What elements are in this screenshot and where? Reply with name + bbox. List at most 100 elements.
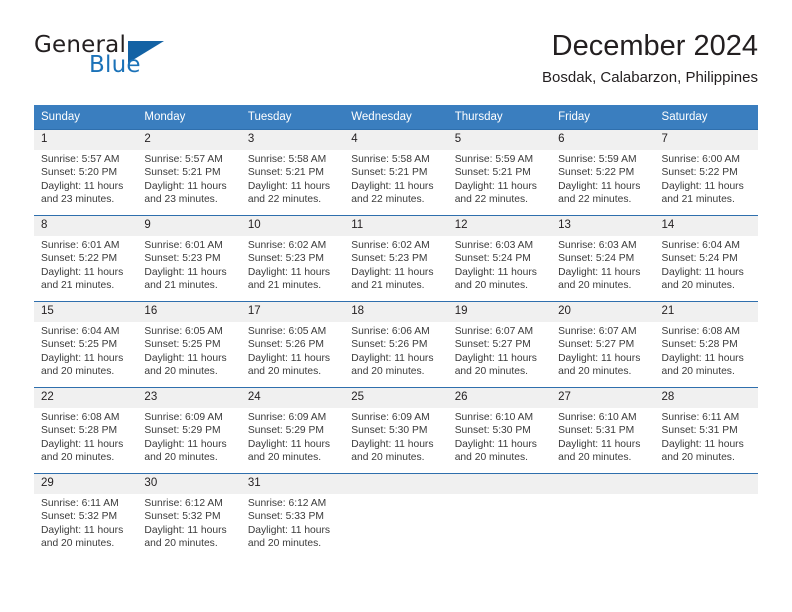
- day-details: Sunrise: 5:58 AM Sunset: 5:21 PM Daylight:…: [344, 150, 447, 207]
- calendar-day-cell[interactable]: 12 Sunrise: 6:03 AM Sunset: 5:24 PM Dayligh…: [447, 215, 552, 302]
- sunset-text: Sunset: 5:21 PM: [247, 167, 324, 179]
- calendar-day-cell[interactable]: 17 Sunrise: 6:05 AM Sunset: 5:26 PM Dayligh…: [240, 301, 345, 388]
- sunrise-text: Sunrise: 6:09 AM: [351, 412, 430, 423]
- calendar-day-cell[interactable]: 26 Sunrise: 6:10 AM Sunset: 5:30 PM Dayligh…: [447, 387, 552, 474]
- sunrise-text: Sunrise: 6:02 AM: [247, 240, 327, 251]
- daylight-text: and 20 minutes.: [247, 366, 322, 378]
- day-details: Sunrise: 6:03 AM Sunset: 5:24 PM Daylight:…: [448, 236, 551, 293]
- calendar-day-cell[interactable]: 4 Sunrise: 5:58 AM Sunset: 5:21 PM Daylight…: [344, 129, 448, 216]
- day-number: 10: [240, 216, 345, 236]
- calendar-day-cell[interactable]: 31 Sunrise: 6:12 AM Sunset: 5:33 PM Dayligh…: [240, 473, 345, 560]
- daylight-text: and 20 minutes.: [454, 366, 528, 378]
- day-number: 24: [240, 388, 345, 408]
- daylight-text: and 22 minutes.: [454, 194, 528, 206]
- daylight-text: and 20 minutes.: [351, 366, 425, 378]
- calendar-day-cell[interactable]: 1 Sunrise: 5:57 AM Sunset: 5:20 PM Daylight…: [34, 129, 138, 216]
- calendar-day-cell[interactable]: 9 Sunrise: 6:01 AM Sunset: 5:23 PM Daylight…: [137, 215, 241, 302]
- daylight-text: Daylight: 11 hours: [351, 438, 434, 450]
- daylight-text: Daylight: 11 hours: [661, 438, 744, 450]
- day-number: 29: [34, 474, 138, 494]
- calendar-day-cell[interactable]: 28 Sunrise: 6:11 AM Sunset: 5:31 PM Dayligh…: [654, 387, 758, 474]
- calendar-day-cell[interactable]: 24 Sunrise: 6:09 AM Sunset: 5:29 PM Dayligh…: [240, 387, 345, 474]
- daylight-text: and 20 minutes.: [247, 452, 322, 464]
- calendar-day-cell[interactable]: 7 Sunrise: 6:00 AM Sunset: 5:22 PM Daylight…: [654, 129, 758, 216]
- day-details: Sunrise: 5:58 AM Sunset: 5:21 PM Daylight:…: [241, 150, 344, 207]
- calendar-day-cell[interactable]: 30 Sunrise: 6:12 AM Sunset: 5:32 PM Dayligh…: [137, 473, 241, 560]
- calendar-day-cell[interactable]: 20 Sunrise: 6:07 AM Sunset: 5:27 PM Dayligh…: [551, 301, 655, 388]
- day-number: 27: [551, 388, 655, 408]
- sunrise-text: Sunrise: 6:01 AM: [41, 240, 120, 251]
- sunset-text: Sunset: 5:21 PM: [144, 167, 221, 179]
- calendar-day-cell[interactable]: 2 Sunrise: 5:57 AM Sunset: 5:21 PM Daylight…: [137, 129, 241, 216]
- calendar-day-cell[interactable]: 10 Sunrise: 6:02 AM Sunset: 5:23 PM Dayligh…: [240, 215, 345, 302]
- calendar-body: 1 Sunrise: 5:57 AM Sunset: 5:20 PM Daylight…: [34, 129, 758, 560]
- sunset-text: Sunset: 5:23 PM: [351, 253, 428, 265]
- weekday-header-friday: Friday: [551, 105, 655, 130]
- sunrise-text: Sunrise: 6:03 AM: [558, 240, 637, 251]
- sunrise-text: Sunrise: 5:58 AM: [351, 154, 430, 165]
- daylight-text: and 20 minutes.: [454, 280, 528, 292]
- calendar-day-cell[interactable]: 15 Sunrise: 6:04 AM Sunset: 5:25 PM Dayligh…: [34, 301, 138, 388]
- sunrise-text: Sunrise: 5:58 AM: [247, 154, 327, 165]
- daylight-text: and 20 minutes.: [247, 538, 322, 550]
- calendar-day-cell[interactable]: 29 Sunrise: 6:11 AM Sunset: 5:32 PM Dayligh…: [34, 473, 138, 560]
- daylight-text: Daylight: 11 hours: [41, 180, 124, 192]
- day-number: [344, 474, 448, 494]
- calendar-day-cell[interactable]: 8 Sunrise: 6:01 AM Sunset: 5:22 PM Daylight…: [34, 215, 138, 302]
- daylight-text: and 21 minutes.: [247, 280, 322, 292]
- sunrise-text: Sunrise: 6:02 AM: [351, 240, 430, 251]
- day-number: 7: [654, 130, 758, 150]
- daylight-text: Daylight: 11 hours: [247, 352, 331, 364]
- calendar-day-cell[interactable]: 19 Sunrise: 6:07 AM Sunset: 5:27 PM Dayligh…: [447, 301, 552, 388]
- calendar-day-cell[interactable]: 27 Sunrise: 6:10 AM Sunset: 5:31 PM Dayligh…: [551, 387, 655, 474]
- calendar-day-cell[interactable]: 3 Sunrise: 5:58 AM Sunset: 5:21 PM Daylight…: [240, 129, 345, 216]
- daylight-text: and 21 minutes.: [351, 280, 425, 292]
- day-number: 25: [344, 388, 448, 408]
- calendar-day-cell[interactable]: 14 Sunrise: 6:04 AM Sunset: 5:24 PM Dayligh…: [654, 215, 758, 302]
- sunset-text: Sunset: 5:22 PM: [41, 253, 118, 265]
- daylight-text: and 21 minutes.: [144, 280, 218, 292]
- calendar-day-cell[interactable]: 21 Sunrise: 6:08 AM Sunset: 5:28 PM Dayligh…: [654, 301, 758, 388]
- daylight-text: and 21 minutes.: [661, 194, 735, 206]
- day-number: 6: [551, 130, 655, 150]
- daylight-text: and 21 minutes.: [41, 280, 115, 292]
- calendar-day-cell[interactable]: 22 Sunrise: 6:08 AM Sunset: 5:28 PM Dayligh…: [34, 387, 138, 474]
- calendar-day-cell[interactable]: 6 Sunrise: 5:59 AM Sunset: 5:22 PM Daylight…: [551, 129, 655, 216]
- calendar-week-row: 15 Sunrise: 6:04 AM Sunset: 5:25 PM Dayligh…: [34, 301, 758, 388]
- calendar-day-cell[interactable]: 25 Sunrise: 6:09 AM Sunset: 5:30 PM Dayligh…: [344, 387, 448, 474]
- calendar-day-cell[interactable]: 13 Sunrise: 6:03 AM Sunset: 5:24 PM Dayligh…: [551, 215, 655, 302]
- calendar-day-cell[interactable]: 18 Sunrise: 6:06 AM Sunset: 5:26 PM Dayligh…: [344, 301, 448, 388]
- sunrise-text: Sunrise: 6:07 AM: [454, 326, 534, 337]
- day-details: Sunrise: 6:08 AM Sunset: 5:28 PM Daylight:…: [34, 408, 137, 465]
- daylight-text: and 20 minutes.: [144, 538, 218, 550]
- sunrise-text: Sunrise: 6:00 AM: [661, 154, 740, 165]
- calendar-day-cell[interactable]: 16 Sunrise: 6:05 AM Sunset: 5:25 PM Dayligh…: [137, 301, 241, 388]
- day-details: Sunrise: 6:03 AM Sunset: 5:24 PM Daylight:…: [551, 236, 654, 293]
- day-details: Sunrise: 6:04 AM Sunset: 5:24 PM Daylight:…: [655, 236, 758, 293]
- day-number: 16: [137, 302, 241, 322]
- sunrise-text: Sunrise: 6:06 AM: [351, 326, 430, 337]
- calendar-empty-cell: [551, 473, 655, 560]
- sunrise-text: Sunrise: 5:59 AM: [454, 154, 534, 165]
- day-number: 14: [654, 216, 758, 236]
- sunset-text: Sunset: 5:32 PM: [144, 511, 221, 523]
- daylight-text: Daylight: 11 hours: [351, 266, 434, 278]
- sunset-text: Sunset: 5:30 PM: [454, 425, 531, 437]
- calendar-day-cell[interactable]: 11 Sunrise: 6:02 AM Sunset: 5:23 PM Dayligh…: [344, 215, 448, 302]
- daylight-text: Daylight: 11 hours: [661, 266, 744, 278]
- weekday-header-thursday: Thursday: [447, 105, 552, 130]
- daylight-text: and 20 minutes.: [144, 452, 218, 464]
- daylight-text: and 22 minutes.: [247, 194, 322, 206]
- calendar-day-cell[interactable]: 23 Sunrise: 6:09 AM Sunset: 5:29 PM Dayligh…: [137, 387, 241, 474]
- calendar-day-cell[interactable]: 5 Sunrise: 5:59 AM Sunset: 5:21 PM Daylight…: [447, 129, 552, 216]
- day-details: Sunrise: 6:11 AM Sunset: 5:32 PM Daylight:…: [34, 494, 137, 551]
- daylight-text: Daylight: 11 hours: [144, 180, 227, 192]
- day-number: 19: [447, 302, 552, 322]
- sunset-text: Sunset: 5:29 PM: [144, 425, 221, 437]
- day-details: Sunrise: 6:00 AM Sunset: 5:22 PM Daylight:…: [655, 150, 758, 207]
- sunset-text: Sunset: 5:21 PM: [454, 167, 531, 179]
- daylight-text: and 20 minutes.: [558, 452, 632, 464]
- sunrise-text: Sunrise: 5:59 AM: [558, 154, 637, 165]
- day-details: Sunrise: 6:05 AM Sunset: 5:26 PM Daylight:…: [241, 322, 344, 379]
- day-details: Sunrise: 6:11 AM Sunset: 5:31 PM Daylight:…: [655, 408, 758, 465]
